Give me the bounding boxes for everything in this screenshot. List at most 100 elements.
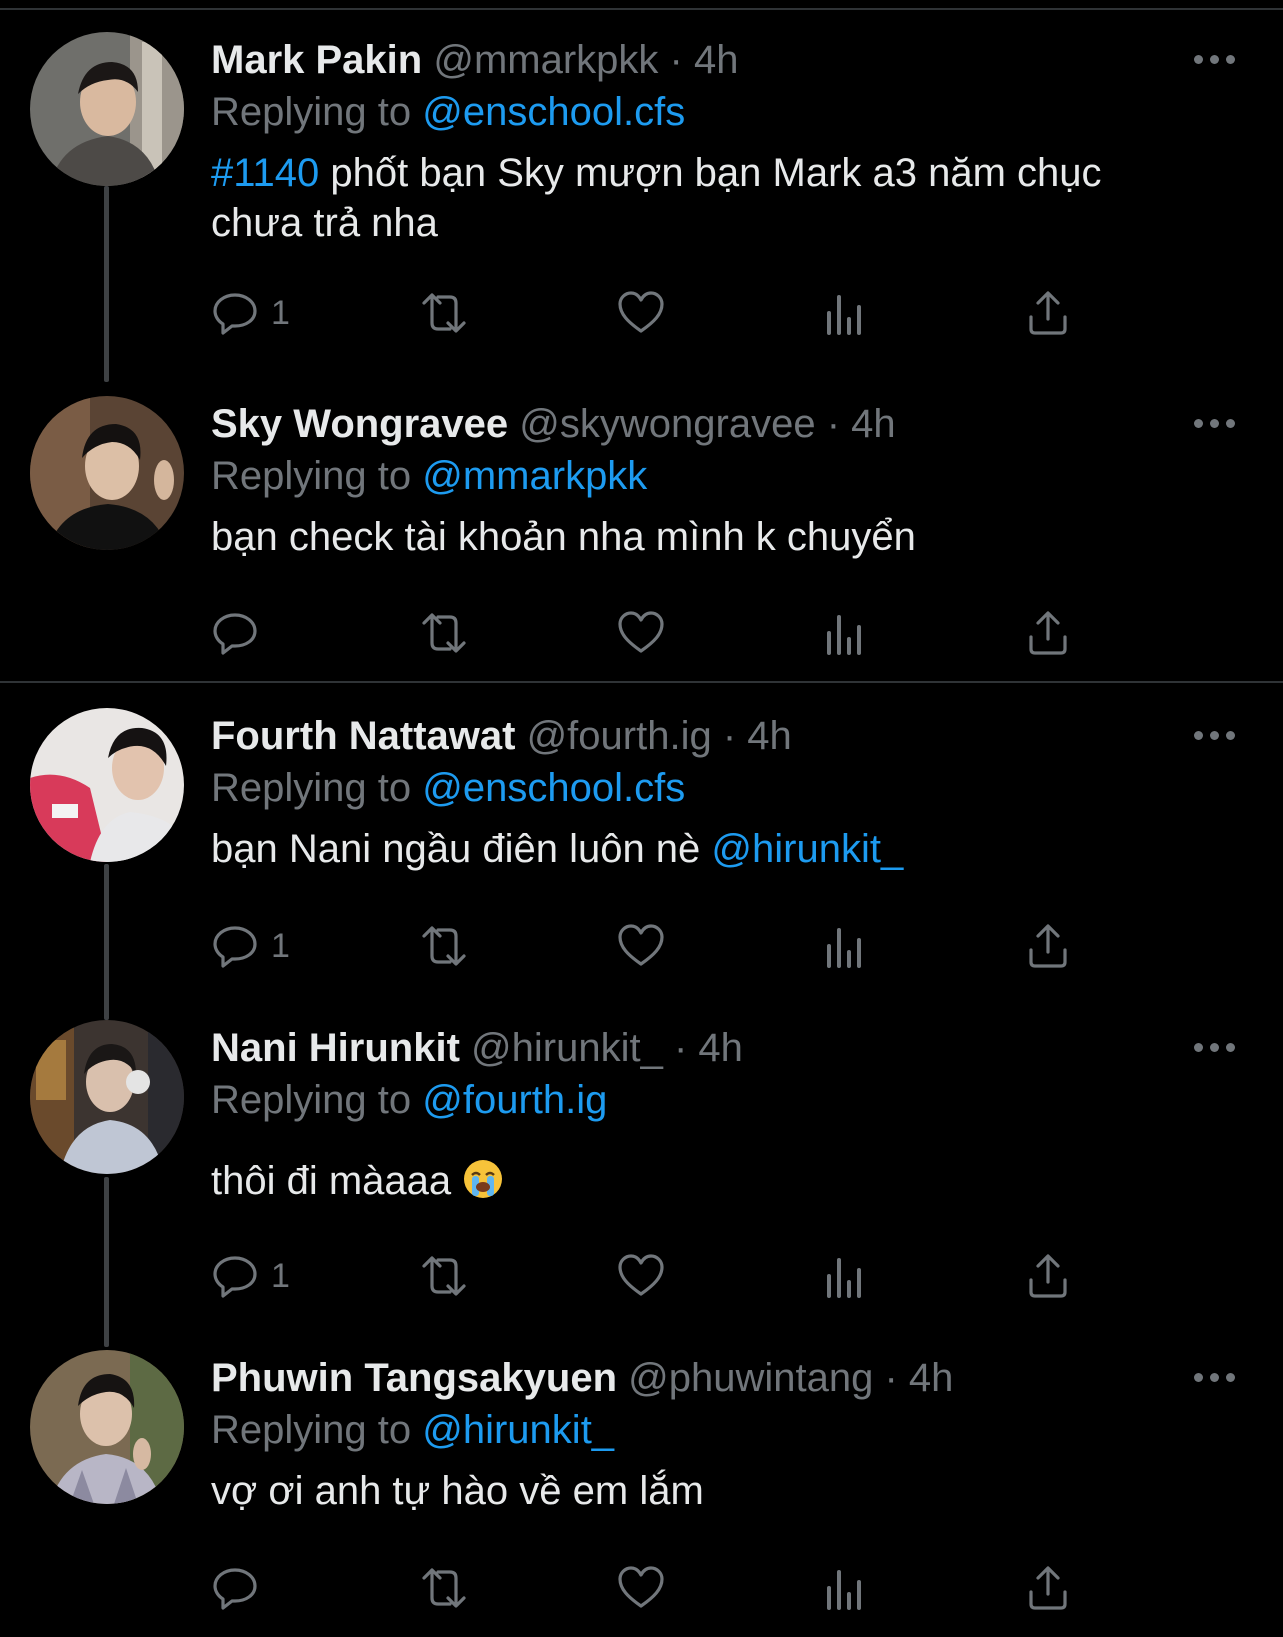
- replying-label: Replying to: [211, 1408, 412, 1452]
- tweet-body: bạn Nani ngầu điên luôn nè: [211, 827, 712, 871]
- reply-count: 1: [271, 926, 290, 965]
- replying-to: Replying to @fourth.ig: [211, 1074, 1193, 1126]
- share-button[interactable]: [1026, 918, 1070, 974]
- avatar[interactable]: [30, 32, 184, 186]
- more-options-button[interactable]: [1189, 725, 1239, 745]
- reply-button[interactable]: [211, 1560, 271, 1616]
- reply-button[interactable]: 1: [211, 285, 290, 341]
- analytics-icon: [827, 295, 861, 335]
- separator-dot: ·: [826, 402, 841, 446]
- separator-dot: ·: [673, 1026, 688, 1070]
- mention-link[interactable]: @enschool.cfs: [422, 90, 685, 134]
- like-button[interactable]: [616, 1248, 666, 1304]
- analytics-icon: [827, 928, 861, 968]
- tweet-header: Sky Wongravee @skywongravee · 4h: [211, 398, 1193, 450]
- tweet-header: Mark Pakin @mmarkpkk · 4h: [211, 34, 1193, 86]
- share-icon: [1029, 1566, 1067, 1610]
- retweet-button[interactable]: [416, 285, 472, 341]
- replying-to: Replying to @enschool.cfs: [211, 86, 1193, 138]
- share-button[interactable]: [1026, 1248, 1070, 1304]
- heart-icon: [618, 611, 664, 653]
- tweet-actions: 1: [211, 1248, 1131, 1304]
- share-button[interactable]: [1026, 285, 1070, 341]
- retweet-button[interactable]: [416, 1248, 472, 1304]
- heart-icon: [618, 1566, 664, 1608]
- retweet-icon: [422, 613, 466, 653]
- user-handle[interactable]: @phuwintang: [628, 1356, 873, 1400]
- timestamp[interactable]: 4h: [694, 38, 739, 82]
- like-button[interactable]: [616, 605, 666, 661]
- views-button[interactable]: [824, 605, 864, 661]
- tweet-text: vợ ơi anh tự hào về em lắm: [211, 1466, 1193, 1516]
- tweet-body: vợ ơi anh tự hào về em lắm: [211, 1469, 704, 1513]
- share-icon: [1029, 291, 1067, 335]
- views-button[interactable]: [824, 918, 864, 974]
- mention-link[interactable]: @enschool.cfs: [422, 766, 685, 810]
- avatar[interactable]: [30, 1350, 184, 1504]
- display-name[interactable]: Phuwin Tangsakyuen: [211, 1356, 617, 1400]
- like-button[interactable]: [616, 1560, 666, 1616]
- replying-label: Replying to: [211, 454, 412, 498]
- share-icon: [1029, 611, 1067, 655]
- user-handle[interactable]: @hirunkit_: [471, 1026, 663, 1070]
- reply-count: 1: [271, 293, 290, 332]
- user-handle[interactable]: @skywongravee: [519, 402, 815, 446]
- views-button[interactable]: [824, 1248, 864, 1304]
- timestamp[interactable]: 4h: [698, 1026, 743, 1070]
- separator-dot: ·: [669, 38, 683, 82]
- tweet-text: bạn Nani ngầu điên luôn nè @hirunkit_: [211, 824, 1193, 874]
- avatar[interactable]: [30, 396, 184, 550]
- timestamp[interactable]: 4h: [909, 1356, 954, 1400]
- display-name[interactable]: Mark Pakin: [211, 38, 422, 82]
- share-button[interactable]: [1026, 1560, 1070, 1616]
- timestamp[interactable]: 4h: [851, 402, 896, 446]
- reply-button[interactable]: 1: [211, 1248, 290, 1304]
- reply-button[interactable]: 1: [211, 918, 290, 974]
- replying-to: Replying to @mmarkpkk: [211, 450, 1193, 502]
- like-button[interactable]: [616, 918, 666, 974]
- tweet-text: bạn check tài khoản nha mình k chuyển: [211, 512, 1193, 562]
- mention-link[interactable]: @hirunkit_: [422, 1408, 614, 1452]
- retweet-icon: [422, 1256, 466, 1296]
- reply-button[interactable]: [211, 605, 271, 661]
- views-button[interactable]: [824, 1560, 864, 1616]
- display-name[interactable]: Fourth Nattawat: [211, 714, 515, 758]
- replying-label: Replying to: [211, 766, 412, 810]
- user-handle[interactable]: @fourth.ig: [527, 714, 712, 758]
- retweet-icon: [422, 293, 466, 333]
- reply-icon: [213, 613, 257, 655]
- share-button[interactable]: [1026, 605, 1070, 661]
- views-button[interactable]: [824, 285, 864, 341]
- retweet-icon: [422, 926, 466, 966]
- more-options-button[interactable]: [1189, 1037, 1239, 1057]
- avatar[interactable]: [30, 708, 184, 862]
- timestamp[interactable]: 4h: [747, 714, 792, 758]
- display-name[interactable]: Sky Wongravee: [211, 402, 508, 446]
- share-icon: [1029, 1254, 1067, 1298]
- like-button[interactable]: [616, 285, 666, 341]
- replying-label: Replying to: [211, 90, 412, 134]
- more-options-button[interactable]: [1189, 49, 1239, 69]
- hashtag-link[interactable]: #1140: [211, 151, 319, 195]
- separator-dot: ·: [722, 714, 737, 758]
- retweet-button[interactable]: [416, 1560, 472, 1616]
- more-options-button[interactable]: [1189, 413, 1239, 433]
- avatar[interactable]: [30, 1020, 184, 1174]
- mention-link[interactable]: @mmarkpkk: [422, 454, 647, 498]
- tweet-header: Fourth Nattawat @fourth.ig · 4h: [211, 710, 1193, 762]
- replying-to: Replying to @hirunkit_: [211, 1404, 1193, 1456]
- tweet-header: Nani Hirunkit @hirunkit_ · 4h: [211, 1022, 1193, 1074]
- retweet-button[interactable]: [416, 918, 472, 974]
- retweet-button[interactable]: [416, 605, 472, 661]
- tweet-actions: 1: [211, 285, 1131, 341]
- mention-link[interactable]: @hirunkit_: [711, 827, 903, 871]
- replying-to: Replying to @enschool.cfs: [211, 762, 1193, 814]
- user-handle[interactable]: @mmarkpkk: [433, 38, 658, 82]
- analytics-icon: [827, 1570, 861, 1610]
- separator-dot: ·: [884, 1356, 898, 1400]
- tweet-actions: [211, 605, 1131, 661]
- share-icon: [1029, 924, 1067, 968]
- mention-link[interactable]: @fourth.ig: [422, 1078, 607, 1122]
- more-options-button[interactable]: [1189, 1367, 1239, 1387]
- display-name[interactable]: Nani Hirunkit: [211, 1026, 460, 1070]
